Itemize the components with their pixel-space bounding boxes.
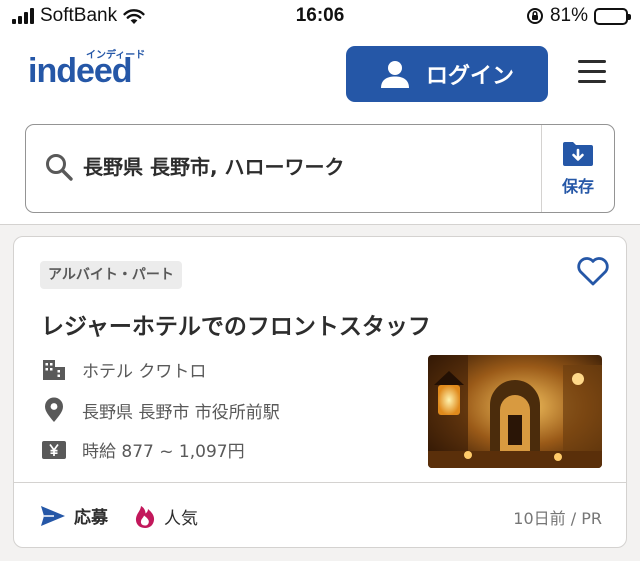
card-footer: 応募 人気 10日前 / PR (14, 483, 626, 547)
save-label: 保存 (561, 176, 594, 196)
search-query[interactable]: 長野県 長野市, ハローワーク (83, 151, 345, 180)
job-thumbnail (428, 355, 602, 468)
company-row: ホテル クワトロ (42, 357, 206, 382)
search-bar[interactable]: 長野県 長野市, ハローワーク 保存 (25, 124, 615, 213)
heart-icon[interactable] (576, 255, 610, 287)
battery-percent: 81% (549, 5, 588, 26)
status-bar: SoftBank 16:06 81% (0, 0, 640, 32)
orientation-lock-icon (526, 8, 543, 24)
apply-button[interactable]: 応募 (40, 503, 108, 528)
login-label: ログイン (425, 64, 514, 89)
save-search-button[interactable]: 保存 (542, 125, 614, 212)
job-type-badge: アルバイト・パート (40, 261, 182, 289)
salary-row: 時給 877 ~ 1,097円 (42, 437, 245, 462)
job-title[interactable]: レジャーホテルでのフロントスタッフ (41, 307, 431, 341)
posted-date: 10日前 / PR (513, 509, 602, 528)
hamburger-menu-icon[interactable] (578, 60, 608, 86)
battery-icon (594, 7, 631, 25)
search-icon (46, 154, 73, 181)
location-pin-icon (45, 397, 63, 422)
job-salary: 時給 877 ~ 1,097円 (82, 442, 245, 462)
status-right: 81% (526, 5, 631, 27)
yen-icon (42, 440, 66, 459)
popular-tag: 人気 (134, 503, 198, 529)
apply-label: 応募 (74, 508, 108, 528)
login-button[interactable]: ログイン (346, 46, 548, 102)
company-name: ホテル クワトロ (82, 362, 207, 382)
indeed-logo[interactable]: インディード indeed (28, 50, 158, 94)
save-folder-icon (563, 141, 593, 166)
location-row: 長野県 長野市 市役所前駅 (42, 397, 280, 423)
job-card[interactable]: アルバイト・パート レジャーホテルでのフロントスタッフ ホテル クワトロ 長野県… (13, 236, 627, 548)
popular-label: 人気 (164, 508, 198, 529)
header: インディード indeed ログイン 長野県 長野市, ハローワーク 保存 (0, 32, 640, 225)
building-icon (43, 359, 65, 380)
job-location: 長野県 長野市 市役所前駅 (82, 402, 280, 423)
user-icon (380, 61, 409, 88)
logo-text: indeed (28, 52, 133, 90)
send-icon (41, 505, 65, 526)
fire-icon (135, 506, 155, 528)
